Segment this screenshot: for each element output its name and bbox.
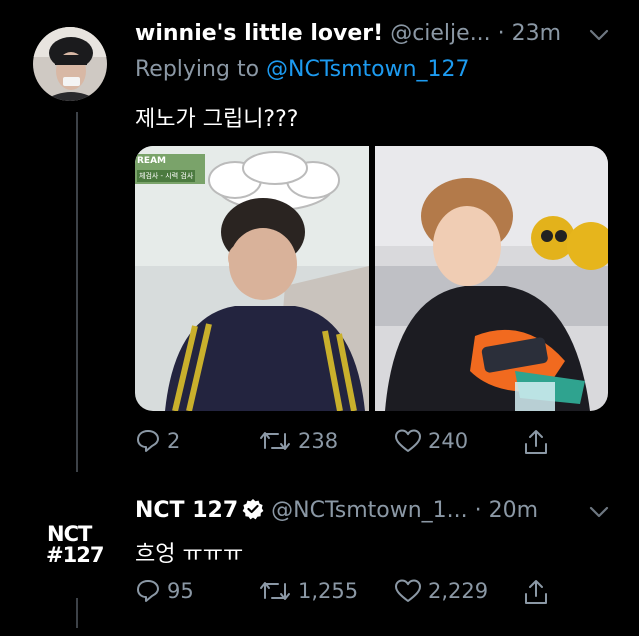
- like-icon: [394, 578, 422, 604]
- chevron-down-icon[interactable]: [588, 501, 610, 527]
- chevron-down-icon[interactable]: [588, 24, 610, 50]
- tweet-text: 제노가 그립니???: [135, 107, 299, 132]
- tweet-header: winnie's little lover! @cielje... · 23m: [135, 21, 561, 46]
- tweet-header: NCT 127 @NCTsmtown_1... · 20m: [135, 498, 538, 526]
- media-image-left[interactable]: REAM 체검사 - 시력 검사: [135, 146, 369, 411]
- retweet-count: 1,255: [298, 579, 359, 603]
- avatar-text-127: #127: [46, 543, 104, 567]
- tweet-actions: 95 1,255 2,229: [135, 578, 555, 610]
- media-caption-top: REAM: [137, 156, 166, 166]
- tweet-actions: 2 238 240: [135, 428, 555, 460]
- reply-count: 95: [167, 579, 194, 603]
- avatar[interactable]: [33, 27, 107, 101]
- timestamp[interactable]: · 23m: [498, 21, 561, 46]
- tweet-media[interactable]: REAM 체검사 - 시력 검사: [135, 146, 608, 411]
- display-name[interactable]: winnie's little lover!: [135, 21, 383, 46]
- like-count: 240: [428, 429, 469, 453]
- retweet-count: 238: [298, 429, 339, 453]
- reply-button[interactable]: 2: [135, 428, 180, 454]
- display-name[interactable]: NCT 127: [135, 498, 238, 523]
- reply-icon: [135, 428, 161, 454]
- retweet-icon: [258, 428, 292, 454]
- thread-line-bottom: [76, 598, 78, 628]
- share-button[interactable]: [523, 578, 549, 606]
- avatar-text-nct: NCT: [47, 522, 92, 546]
- like-button[interactable]: 2,229: [394, 578, 488, 604]
- retweet-button[interactable]: 1,255: [258, 578, 358, 604]
- timestamp[interactable]: · 20m: [475, 498, 538, 523]
- reply-icon: [135, 578, 161, 604]
- handle[interactable]: @NCTsmtown_1...: [271, 498, 468, 523]
- replying-to: Replying to @NCTsmtown_127: [135, 57, 470, 82]
- share-button[interactable]: [523, 428, 549, 456]
- like-count: 2,229: [428, 579, 489, 603]
- share-icon: [523, 578, 549, 606]
- reply-button[interactable]: 95: [135, 578, 194, 604]
- tweet-text: 흐엉 ㅠㅠㅠ: [135, 542, 244, 567]
- replying-to-label: Replying to: [135, 57, 260, 82]
- media-image-right[interactable]: [374, 146, 608, 411]
- media-caption-sub: 체검사 - 시력 검사: [137, 170, 196, 182]
- avatar[interactable]: NCT #127: [37, 512, 109, 584]
- handle[interactable]: @cielje...: [390, 21, 490, 46]
- like-button[interactable]: 240: [394, 428, 468, 454]
- thread-line-top: [76, 112, 78, 472]
- reply-count: 2: [167, 429, 181, 453]
- like-icon: [394, 428, 422, 454]
- retweet-button[interactable]: 238: [258, 428, 338, 454]
- retweet-icon: [258, 578, 292, 604]
- share-icon: [523, 428, 549, 456]
- replying-to-link[interactable]: @NCTsmtown_127: [266, 57, 470, 82]
- verified-icon: [242, 498, 264, 526]
